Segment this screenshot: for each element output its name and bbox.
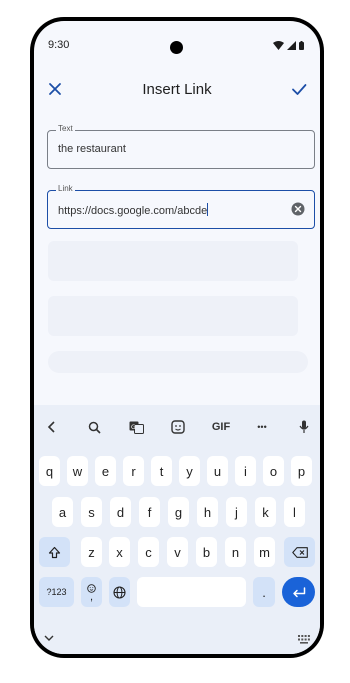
wifi-icon (273, 41, 284, 50)
key-m[interactable]: m (254, 537, 275, 567)
svg-text:G: G (131, 424, 136, 431)
keyboard: G GIF ••• q w e r t y u i o p a s d f g … (34, 405, 320, 654)
key-v[interactable]: v (167, 537, 188, 567)
text-field-value: the restaurant (58, 143, 126, 155)
key-b[interactable]: b (196, 537, 217, 567)
phone-frame: 9:30 Insert Link Text the restaurant Lin… (30, 17, 324, 658)
globe-icon (113, 585, 126, 599)
text-field[interactable]: Text the restaurant (47, 124, 315, 169)
check-icon[interactable] (290, 80, 308, 98)
status-icons (273, 41, 304, 50)
hide-keyboard-icon[interactable] (44, 634, 54, 642)
camera-cutout (170, 41, 183, 54)
period-key[interactable]: . (253, 577, 275, 607)
battery-icon (299, 41, 304, 50)
key-g[interactable]: g (168, 497, 189, 527)
backspace-icon (291, 546, 308, 558)
back-chevron-icon[interactable] (40, 413, 64, 441)
backspace-key[interactable] (284, 537, 315, 567)
shift-icon (48, 546, 61, 558)
key-t[interactable]: t (151, 456, 172, 486)
keyboard-toolbar: G GIF ••• (34, 413, 320, 441)
comma-label: , (89, 590, 94, 603)
globe-key[interactable] (109, 577, 130, 607)
key-a[interactable]: a (52, 497, 73, 527)
key-o[interactable]: o (263, 456, 284, 486)
sticker-icon[interactable] (166, 413, 190, 441)
dialog-app-bar: Insert Link (34, 71, 320, 109)
key-f[interactable]: f (139, 497, 160, 527)
key-w[interactable]: w (67, 456, 88, 486)
key-p[interactable]: p (291, 456, 312, 486)
screen: 9:30 Insert Link Text the restaurant Lin… (34, 21, 320, 654)
key-y[interactable]: y (179, 456, 200, 486)
background-content-block (48, 241, 298, 281)
enter-key[interactable] (282, 577, 315, 607)
key-s[interactable]: s (81, 497, 102, 527)
background-content-block (48, 296, 298, 336)
link-field-label: Link (56, 184, 75, 193)
link-field-value: https://docs.google.com/abcde (58, 205, 208, 217)
page-title: Insert Link (142, 81, 212, 98)
more-options-button[interactable]: ••• (250, 413, 274, 441)
mic-icon[interactable] (292, 413, 316, 441)
background-content-block (48, 351, 308, 373)
key-k[interactable]: k (255, 497, 276, 527)
key-j[interactable]: j (226, 497, 247, 527)
status-time: 9:30 (48, 39, 70, 51)
key-u[interactable]: u (207, 456, 228, 486)
signal-icon (287, 41, 296, 50)
translate-icon[interactable]: G (124, 413, 148, 441)
gif-button[interactable]: GIF (206, 413, 236, 441)
clear-icon[interactable] (291, 202, 305, 216)
key-r[interactable]: r (123, 456, 144, 486)
text-cursor (207, 203, 209, 216)
key-d[interactable]: d (110, 497, 131, 527)
key-x[interactable]: x (109, 537, 130, 567)
text-field-label: Text (56, 124, 75, 133)
key-h[interactable]: h (197, 497, 218, 527)
key-c[interactable]: c (138, 537, 159, 567)
shift-key[interactable] (39, 537, 70, 567)
keyboard-nav-bar (34, 625, 320, 654)
key-e[interactable]: e (95, 456, 116, 486)
space-bar[interactable] (137, 577, 246, 607)
search-icon[interactable] (82, 413, 106, 441)
key-n[interactable]: n (225, 537, 246, 567)
emoji-comma-key[interactable]: , (81, 577, 102, 607)
link-field-value-wrap: https://docs.google.com/abcde (58, 203, 209, 217)
enter-icon (292, 586, 305, 597)
status-bar: 9:30 (34, 21, 320, 61)
symbols-key[interactable]: ?123 (39, 577, 74, 607)
key-i[interactable]: i (235, 456, 256, 486)
key-z[interactable]: z (81, 537, 102, 567)
key-l[interactable]: l (284, 497, 305, 527)
link-field[interactable]: Link https://docs.google.com/abcde (47, 184, 315, 229)
keyboard-switch-icon[interactable] (298, 635, 310, 644)
key-q[interactable]: q (39, 456, 60, 486)
